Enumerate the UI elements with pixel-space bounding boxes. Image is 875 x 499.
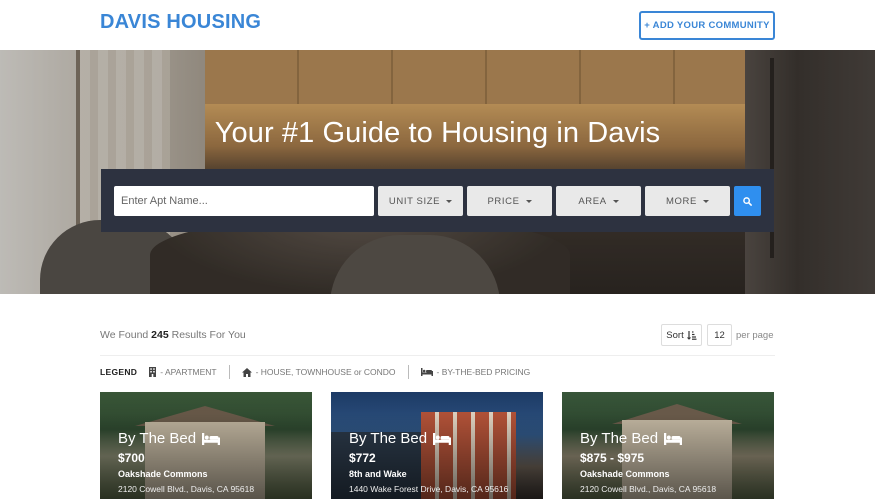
per-page-label: per page <box>736 330 774 341</box>
legend: LEGEND - APARTMENT - HOUSE, TOWNHOUSE or… <box>100 365 530 379</box>
search-button[interactable] <box>734 186 761 216</box>
bed-icon <box>433 432 452 445</box>
bed-icon <box>420 368 433 376</box>
listing-name: Oakshade Commons <box>580 469 670 479</box>
legend-separator <box>407 365 409 379</box>
listing-price: $772 <box>349 451 376 465</box>
results-count: We Found 245 Results For You <box>100 329 246 341</box>
unit-size-label: UNIT SIZE <box>388 195 441 207</box>
listing-type: By The Bed <box>580 430 683 447</box>
bed-icon <box>202 432 221 445</box>
caret-down-icon <box>525 199 532 203</box>
hero-title: Your #1 Guide to Housing in Davis <box>214 117 661 149</box>
building-icon <box>149 367 157 377</box>
listing-card[interactable]: By The Bed $700 Oakshade Commons 2120 Co… <box>100 392 312 499</box>
hero-banner: Your #1 Guide to Housing in Davis UNIT S… <box>0 50 875 294</box>
price-dropdown[interactable]: PRICE <box>467 186 552 216</box>
unit-size-dropdown[interactable]: UNIT SIZE <box>378 186 463 216</box>
area-label: AREA <box>578 195 607 207</box>
apartment-name-input[interactable] <box>114 186 374 216</box>
legend-separator <box>228 365 230 379</box>
listing-address: 2120 Cowell Blvd., Davis, CA 95618 <box>580 484 717 494</box>
home-icon <box>241 367 252 377</box>
listing-type: By The Bed <box>349 430 452 447</box>
brand-logo[interactable]: DAVIS HOUSING <box>100 11 261 34</box>
caret-down-icon <box>446 199 453 203</box>
divider <box>100 355 775 356</box>
bed-icon <box>664 432 683 445</box>
listing-price: $875 - $975 <box>580 451 645 465</box>
listing-address: 1440 Wake Forest Drive, Davis, CA 95616 <box>349 484 509 494</box>
caret-down-icon <box>702 199 709 203</box>
listing-name: 8th and Wake <box>349 469 407 479</box>
sort-button[interactable]: Sort <box>661 324 702 346</box>
legend-title: LEGEND <box>100 367 138 377</box>
listing-name: Oakshade Commons <box>118 469 208 479</box>
caret-down-icon <box>612 199 619 203</box>
price-label: PRICE <box>487 195 520 207</box>
search-icon <box>743 196 752 206</box>
listing-price: $700 <box>118 451 145 465</box>
search-panel: UNIT SIZE PRICE AREA MORE <box>101 169 774 232</box>
more-dropdown[interactable]: MORE <box>645 186 730 216</box>
results-count-number: 245 <box>151 329 169 341</box>
more-label: MORE <box>666 195 697 207</box>
area-dropdown[interactable]: AREA <box>556 186 641 216</box>
listing-address: 2120 Cowell Blvd., Davis, CA 95618 <box>118 484 255 494</box>
add-community-button[interactable]: + ADD YOUR COMMUNITY <box>639 11 775 40</box>
listing-type: By The Bed <box>118 430 221 447</box>
legend-item-by-the-bed: - BY-THE-BED PRICING <box>420 367 530 377</box>
per-page-select[interactable]: 12 <box>707 324 732 346</box>
legend-item-apartment: - APARTMENT <box>149 367 217 377</box>
listing-card[interactable]: By The Bed $875 - $975 Oakshade Commons … <box>562 392 774 499</box>
top-navbar: DAVIS HOUSING + ADD YOUR COMMUNITY <box>0 0 875 50</box>
legend-item-house: - HOUSE, TOWNHOUSE or CONDO <box>241 367 396 377</box>
listing-card[interactable]: By The Bed $772 8th and Wake 1440 Wake F… <box>331 392 543 499</box>
sort-amount-icon <box>686 331 697 340</box>
